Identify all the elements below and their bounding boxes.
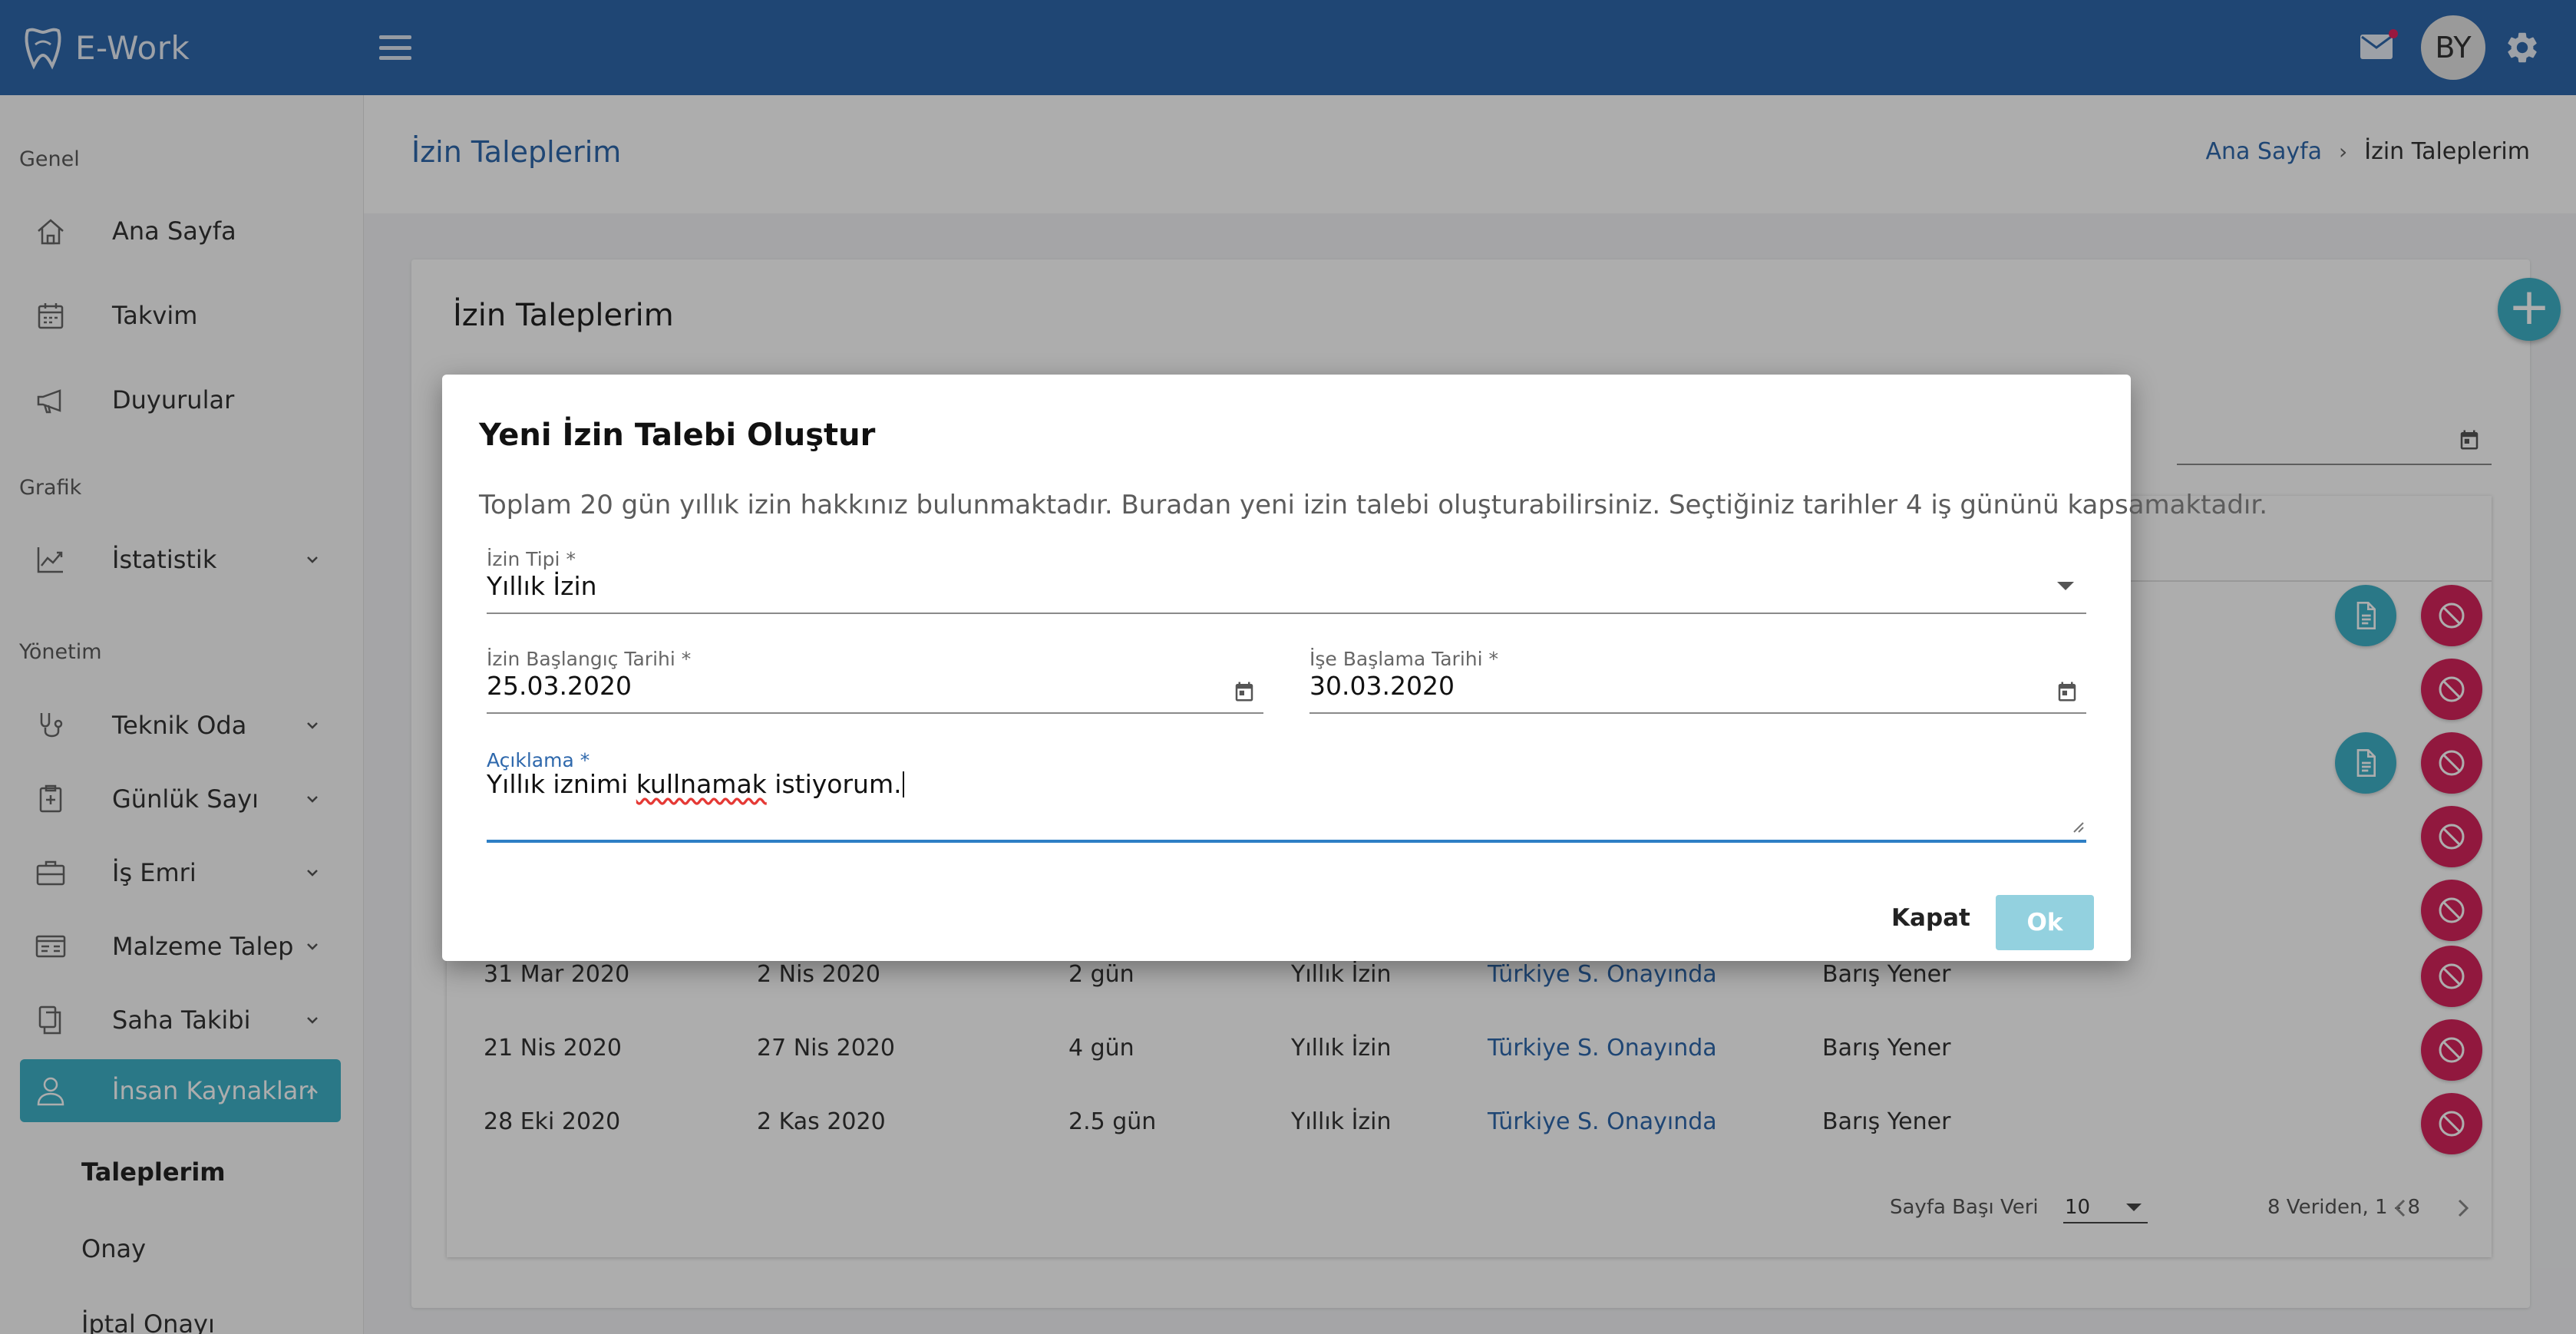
leave-type-value: Yıllık İzin — [487, 571, 597, 601]
description-text-part: istiyorum. — [766, 769, 902, 799]
ok-button[interactable]: Ok — [1996, 895, 2094, 950]
close-button[interactable]: Kapat — [1891, 904, 1970, 932]
dialog-title: Yeni İzin Talebi Oluştur — [479, 418, 876, 453]
field-underline — [1309, 712, 2086, 714]
text-caret — [902, 771, 904, 797]
description-text: Yıllık iznimi kullnamak istiyorum. — [487, 769, 904, 799]
description-text-part: Yıllık iznimi — [487, 769, 636, 799]
leave-type-label: İzin Tipi * — [487, 548, 576, 570]
field-underline — [487, 613, 2086, 614]
description-label: Açıklama * — [487, 749, 590, 771]
return-date-label: İşe Başlama Tarihi * — [1309, 648, 1499, 670]
calendar-icon[interactable] — [2056, 680, 2079, 703]
leave-type-select[interactable]: İzin Tipi * Yıllık İzin — [487, 548, 2086, 616]
misspelled-word: kullnamak — [636, 769, 767, 799]
new-leave-request-dialog: Yeni İzin Talebi Oluştur Toplam 20 gün y… — [442, 375, 2267, 961]
start-date-label: İzin Başlangıç Tarihi * — [487, 648, 692, 670]
return-date-field[interactable]: İşe Başlama Tarihi * 30.03.2020 — [1309, 648, 2086, 715]
start-date-field[interactable]: İzin Başlangıç Tarihi * 25.03.2020 — [487, 648, 1263, 715]
field-underline — [487, 840, 2086, 843]
dropdown-arrow-icon — [2057, 582, 2074, 590]
return-date-value: 30.03.2020 — [1309, 671, 1455, 701]
resize-handle-icon[interactable] — [2071, 820, 2085, 834]
start-date-value: 25.03.2020 — [487, 671, 632, 701]
calendar-icon[interactable] — [1233, 680, 1256, 703]
description-textarea[interactable]: Açıklama * Yıllık iznimi kullnamak istiy… — [487, 749, 2086, 844]
field-underline — [487, 712, 1263, 714]
dialog-description: Toplam 20 gün yıllık izin hakkınız bulun… — [479, 490, 2268, 520]
